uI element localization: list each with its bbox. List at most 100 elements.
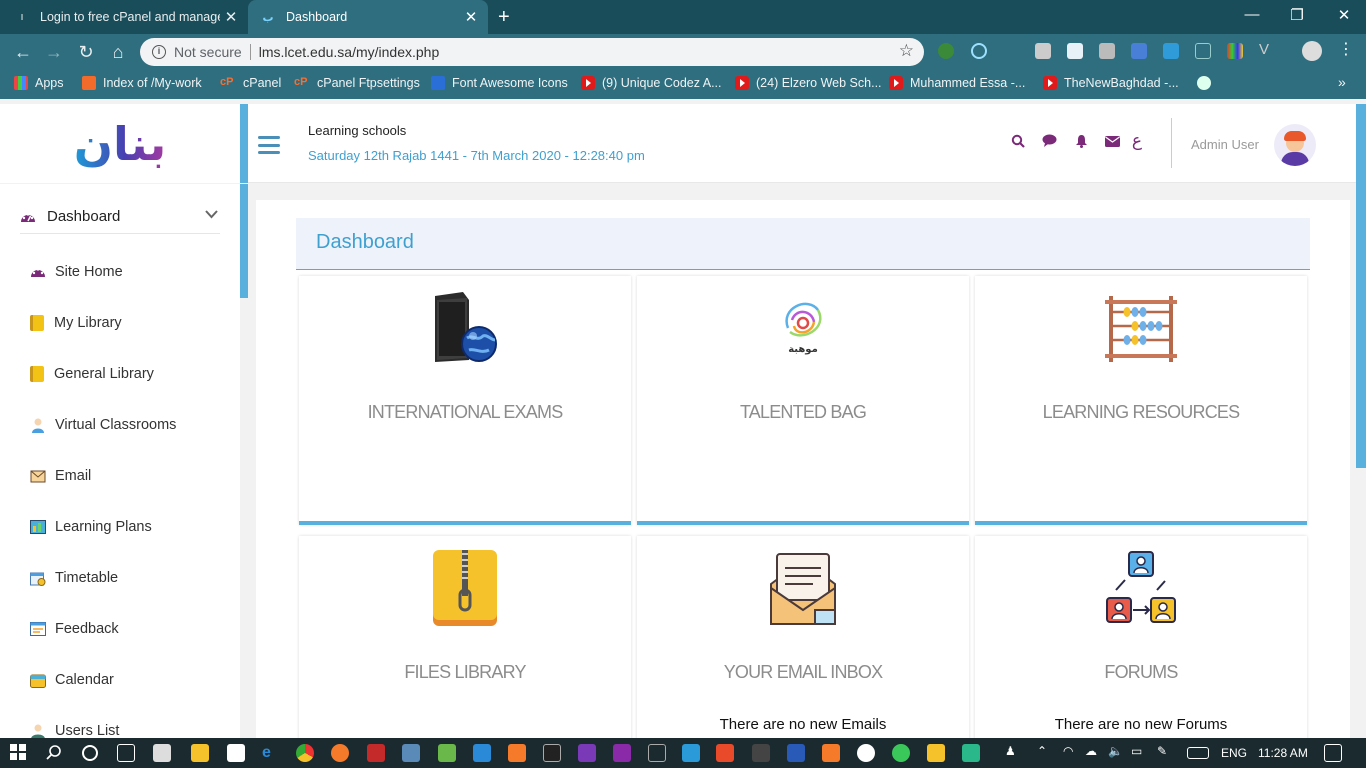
chat-icon[interactable] <box>1040 134 1058 150</box>
bookmark-cpanel-ftp[interactable]: cP cPanel Ftpsettings <box>294 76 420 90</box>
notifications-center-icon[interactable] <box>1324 744 1342 762</box>
bookmarks-overflow-button[interactable]: » <box>1338 74 1346 90</box>
vscode-icon[interactable] <box>473 744 491 762</box>
sidebar-item-learning-plans[interactable]: Learning Plans <box>30 519 152 535</box>
store-icon[interactable] <box>153 744 171 762</box>
menu-kebab-icon[interactable]: ⋮ <box>1338 42 1354 59</box>
extension-window-icon[interactable] <box>1067 43 1083 59</box>
sidebar-item-calendar[interactable]: Calendar <box>30 672 114 688</box>
onedrive-icon[interactable]: ☁ <box>1085 744 1103 762</box>
windows-start-icon[interactable] <box>10 744 28 762</box>
url-text[interactable]: lms.lcet.edu.sa/my/index.php <box>259 44 440 60</box>
sidebar-scrollbar-thumb[interactable] <box>240 184 248 298</box>
sync-icon[interactable] <box>682 744 700 762</box>
sidebar-item-general-library[interactable]: General Library <box>30 366 154 382</box>
reload-icon[interactable]: ↻ <box>75 42 97 62</box>
bookmark-cpanel[interactable]: cP cPanel <box>220 76 281 90</box>
screenshot-icon[interactable] <box>1035 43 1051 59</box>
react-devtools-icon[interactable] <box>971 43 987 59</box>
sidebar-item-users-list[interactable]: Users List <box>30 723 119 739</box>
chevron-down-icon[interactable] <box>205 207 218 222</box>
people-icon[interactable]: ♟ <box>1005 744 1023 762</box>
bookmark-newbaghdad[interactable]: TheNewBaghdad -... <box>1043 76 1179 90</box>
extension-arrow-icon[interactable] <box>1003 43 1019 59</box>
back-arrow-icon[interactable]: ← <box>12 42 34 62</box>
profile-avatar[interactable] <box>1302 41 1322 61</box>
card-international-exams[interactable]: INTERNATIONAL EXAMS <box>299 276 631 525</box>
language-toggle[interactable]: ع <box>1128 131 1146 151</box>
tool-icon[interactable] <box>648 744 666 762</box>
app-p-icon[interactable] <box>962 744 980 762</box>
site-info-icon[interactable]: i <box>152 45 166 59</box>
chrome-icon[interactable] <box>296 744 314 762</box>
record-icon[interactable] <box>857 744 875 762</box>
close-window-icon[interactable]: ✕ <box>1334 6 1354 24</box>
forward-arrow-icon[interactable]: → <box>43 42 65 62</box>
bookmark-font-awesome[interactable]: Font Awesome Icons <box>431 76 568 90</box>
extension-icon[interactable] <box>938 43 954 59</box>
tab-close-icon[interactable]: ✕ <box>220 8 242 26</box>
card-email-inbox[interactable]: YOUR EMAIL INBOX There are no new Emails <box>637 536 969 746</box>
sidebar-item-virtual-classrooms[interactable]: Virtual Classrooms <box>30 417 176 433</box>
pen-icon[interactable]: ✎ <box>1157 744 1175 762</box>
minimize-window-icon[interactable]: — <box>1242 6 1262 23</box>
file-explorer-icon[interactable] <box>191 744 209 762</box>
edge-icon[interactable]: e <box>262 744 280 762</box>
webstorm-icon[interactable] <box>543 744 561 762</box>
google-translate-icon[interactable] <box>1131 43 1147 59</box>
sidebar-item-site-home[interactable]: Site Home <box>30 264 123 280</box>
task-view-icon[interactable] <box>117 744 135 762</box>
bookmark-apps[interactable]: Apps <box>14 76 64 90</box>
card-files-library[interactable]: FILES LIBRARY <box>299 536 631 746</box>
phpstorm-icon[interactable] <box>613 744 631 762</box>
avatar[interactable] <box>1274 124 1316 166</box>
visual-studio-icon[interactable] <box>578 744 596 762</box>
home-icon[interactable]: ⌂ <box>107 42 129 62</box>
bookmark-star-icon[interactable]: ☆ <box>899 41 914 61</box>
terminal-icon[interactable] <box>787 744 805 762</box>
sidebar-item-timetable[interactable]: Timetable <box>30 570 118 586</box>
card-learning-resources[interactable]: LEARNING RESOURCES <box>975 276 1307 525</box>
bookmark-unique-codez[interactable]: (9) Unique Codez A... <box>581 76 722 90</box>
notifications-bell-icon[interactable] <box>1072 134 1090 151</box>
volume-icon[interactable]: 🔈 <box>1108 744 1126 762</box>
hamburger-menu-icon[interactable] <box>258 136 280 154</box>
search-icon[interactable] <box>46 744 64 762</box>
sidebar-item-email[interactable]: Email <box>30 468 91 484</box>
mail-icon[interactable] <box>227 744 245 762</box>
app-icon[interactable] <box>927 744 945 762</box>
new-tab-button[interactable]: + <box>498 6 510 29</box>
firefox-icon[interactable] <box>331 744 349 762</box>
sidebar-item-feedback[interactable]: Feedback <box>30 621 119 637</box>
sidebar-item-my-library[interactable]: My Library <box>30 315 122 331</box>
android-studio-icon[interactable] <box>438 744 456 762</box>
address-bar[interactable]: i Not secure lms.lcet.edu.sa/my/index.ph… <box>140 38 924 66</box>
show-hidden-icons-icon[interactable]: ⌃ <box>1037 744 1055 762</box>
bookmark-muhammed-essa[interactable]: Muhammed Essa -... <box>889 76 1025 90</box>
vue-devtools-icon[interactable]: V <box>1259 42 1275 59</box>
page-scrollbar-thumb[interactable] <box>1356 104 1366 468</box>
restore-window-icon[interactable]: ❐ <box>1287 6 1307 24</box>
wifi-icon[interactable]: ◠ <box>1063 744 1081 762</box>
cmd-icon[interactable] <box>752 744 770 762</box>
git-icon[interactable] <box>716 744 734 762</box>
browser-tab-dashboard[interactable]: ب Dashboard ✕ <box>248 0 488 34</box>
battery-icon[interactable]: ▭ <box>1131 744 1149 762</box>
extension-fi-icon[interactable] <box>1163 43 1179 59</box>
bookmark-globe[interactable] <box>1197 76 1218 90</box>
input-language[interactable]: ENG <box>1221 746 1247 760</box>
bookmark-elzero[interactable]: (24) Elzero Web Sch... <box>735 76 882 90</box>
site-logo[interactable]: بنان <box>0 104 240 183</box>
card-forums[interactable]: FORUMS There are no new Forums <box>975 536 1307 746</box>
clock[interactable]: 11:28 AM <box>1258 746 1308 760</box>
extension-s-icon[interactable] <box>1195 43 1211 59</box>
cortana-icon[interactable] <box>82 745 98 761</box>
keyboard-icon[interactable] <box>1187 747 1209 759</box>
sidebar-section-dashboard[interactable]: Dashboard <box>20 200 220 234</box>
filezilla-icon[interactable] <box>367 744 385 762</box>
bookmark-index-my-work[interactable]: Index of /My-work <box>82 76 202 90</box>
admin-user-name[interactable]: Admin User <box>1191 137 1259 152</box>
search-icon[interactable] <box>1009 134 1027 151</box>
browser-tab-cpanel-login[interactable]: ı Login to free cPanel and manage ✕ <box>0 0 248 34</box>
extension-pin-icon[interactable] <box>1099 43 1115 59</box>
